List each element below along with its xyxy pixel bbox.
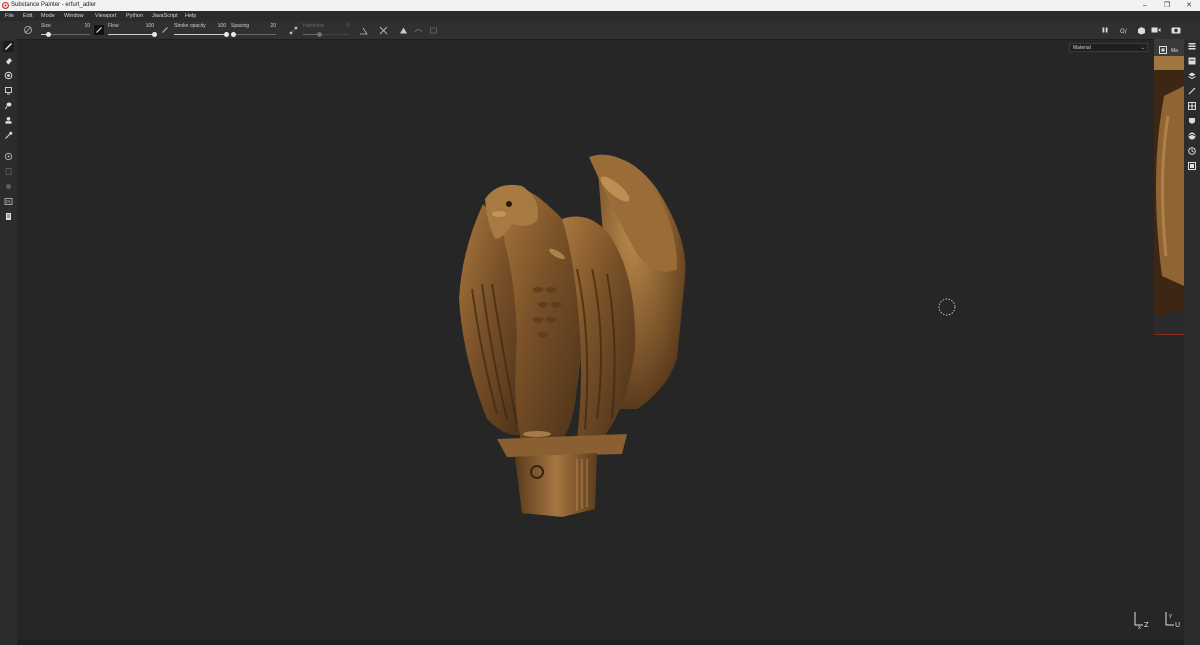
- viewer-settings-icon[interactable]: [1187, 131, 1197, 141]
- pause-render-icon[interactable]: [1100, 25, 1110, 35]
- brush-preset-icon[interactable]: [23, 25, 33, 35]
- camera-projection-icon[interactable]: O/: [1119, 25, 1133, 35]
- shelf-icon[interactable]: [1187, 116, 1197, 126]
- menu-window[interactable]: Window: [64, 11, 84, 21]
- uv-view-header: Ma: [1154, 39, 1184, 56]
- bake-icon[interactable]: [3, 151, 14, 162]
- paint-brush-icon[interactable]: [3, 41, 14, 52]
- svg-text:U: U: [1175, 621, 1180, 629]
- uv-view-panel[interactable]: Ma: [1154, 39, 1184, 335]
- geometry-mask-icon[interactable]: [3, 85, 14, 96]
- flow-slider[interactable]: Flow 100: [108, 23, 157, 37]
- mirror-x-icon[interactable]: [413, 25, 423, 35]
- menu-python[interactable]: Python: [126, 11, 143, 21]
- svg-text:y: y: [1169, 613, 1172, 619]
- mirror-settings-icon[interactable]: [428, 25, 438, 35]
- menu-file[interactable]: File: [5, 11, 14, 21]
- title-bar: Substance Painter - erfurt_adler – ❐ ✕: [0, 0, 1200, 11]
- menu-javascript[interactable]: JavaScript: [152, 11, 178, 21]
- spacing-slider[interactable]: Spacing 20: [231, 23, 276, 37]
- minimize-button[interactable]: –: [1135, 0, 1155, 11]
- hardness-slider[interactable]: Hardness 0: [303, 23, 349, 37]
- disabled-tool-icon[interactable]: [3, 166, 14, 177]
- pen-pressure-flow-icon[interactable]: [160, 25, 170, 35]
- menu-edit[interactable]: Edit: [23, 11, 32, 21]
- chevron-down-icon: ⌄: [1140, 45, 1145, 51]
- properties-icon[interactable]: [1187, 86, 1197, 96]
- disabled-tool-icon-2[interactable]: [3, 181, 14, 192]
- texture-set-list-icon[interactable]: [1187, 41, 1197, 51]
- svg-text:x: x: [1138, 625, 1141, 630]
- color-picker-icon[interactable]: [3, 130, 14, 141]
- eagle-model: [459, 154, 956, 517]
- menu-mode[interactable]: Mode: [41, 11, 55, 21]
- texture-set-settings-icon[interactable]: [1187, 56, 1197, 66]
- python-icon[interactable]: Pt: [3, 196, 14, 207]
- stroke-opacity-slider[interactable]: Stroke opacity 100: [174, 23, 229, 37]
- status-strip: [17, 640, 1184, 645]
- axis-gizmo-3d: x Z: [1133, 610, 1157, 632]
- history-icon[interactable]: [1187, 146, 1197, 156]
- log-icon[interactable]: [1187, 161, 1197, 171]
- menu-viewport[interactable]: Viewport: [95, 11, 116, 21]
- svg-text:O/: O/: [1120, 28, 1128, 35]
- video-capture-icon[interactable]: [1151, 25, 1161, 35]
- layers-icon[interactable]: [1187, 71, 1197, 81]
- menu-bar: File Edit Mode Window Viewport Python Ja…: [0, 11, 1200, 21]
- close-button[interactable]: ✕: [1179, 0, 1199, 11]
- display-mode-cube-icon[interactable]: [1136, 25, 1146, 35]
- substance-painter-logo-icon: [2, 2, 9, 9]
- alignment-icon[interactable]: [378, 25, 388, 35]
- symmetry-icon[interactable]: [398, 25, 408, 35]
- tool-options-bar: Size 10 Flow 100 Stroke opacity 100 Spac…: [0, 21, 1200, 40]
- symmetry-angle-icon[interactable]: [358, 25, 368, 35]
- uv-texture-preview: [1154, 56, 1184, 334]
- lazy-mouse-icon[interactable]: [288, 25, 298, 35]
- uv-view-icon[interactable]: [1159, 46, 1167, 54]
- svg-text:Z: Z: [1144, 621, 1149, 629]
- menu-help[interactable]: Help: [185, 11, 196, 21]
- size-slider[interactable]: Size 10: [41, 23, 90, 37]
- brush-cursor-icon: [938, 298, 956, 316]
- display-settings-icon[interactable]: [1187, 101, 1197, 111]
- axis-gizmo-uv: y U: [1163, 610, 1185, 632]
- viewport-mode-select[interactable]: Material ⌄: [1069, 43, 1148, 52]
- viewport-3d[interactable]: [17, 39, 1154, 640]
- pen-pressure-size-icon[interactable]: [94, 25, 104, 35]
- smudge-icon[interactable]: [3, 100, 14, 111]
- right-panel-bar: [1184, 39, 1200, 645]
- eraser-icon[interactable]: [3, 55, 14, 66]
- export-icon[interactable]: [3, 211, 14, 222]
- left-tool-bar: Pt: [0, 39, 17, 645]
- projection-icon[interactable]: [3, 70, 14, 81]
- screenshot-camera-icon[interactable]: [1171, 25, 1181, 35]
- window-title: Substance Painter - erfurt_adler: [11, 2, 97, 8]
- clone-stamp-icon[interactable]: [3, 115, 14, 126]
- svg-text:Pt: Pt: [6, 200, 11, 206]
- restore-button[interactable]: ❐: [1157, 0, 1177, 11]
